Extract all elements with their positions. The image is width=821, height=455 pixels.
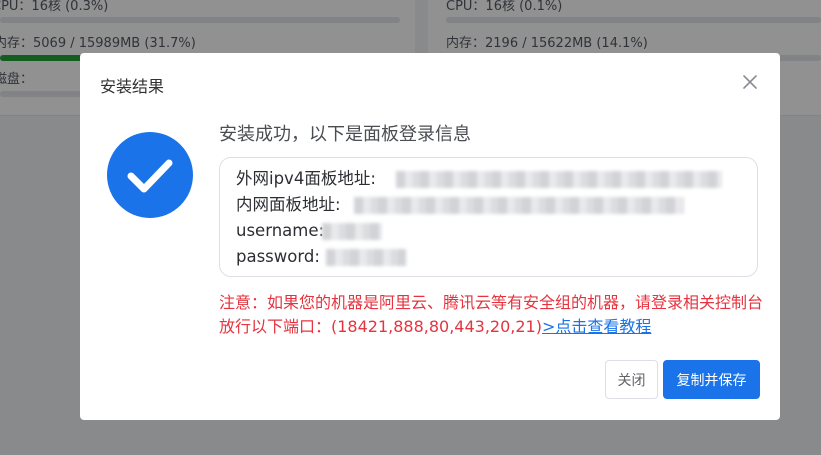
check-mark-icon <box>127 159 173 193</box>
info-row-ipv4: 外网ipv4面板地址: <box>236 166 741 192</box>
redacted-value-ipv4 <box>396 171 722 188</box>
warning-text: 注意：如果您的机器是阿里云、腾讯云等有安全组的机器，请登录相关控制台放行以下端口… <box>219 293 764 336</box>
check-circle-icon <box>107 132 193 218</box>
redacted-value-password <box>326 249 406 266</box>
close-icon[interactable] <box>737 69 763 95</box>
dialog-title: 安装结果 <box>100 77 165 96</box>
info-label-username: username: <box>236 221 325 240</box>
close-icon-glyph <box>743 75 757 89</box>
info-label-internal: 内网面板地址: <box>236 195 341 214</box>
security-group-warning: 注意：如果您的机器是阿里云、腾讯云等有安全组的机器，请登录相关控制台放行以下端口… <box>219 291 764 339</box>
tutorial-link[interactable]: >点击查看教程 <box>542 317 651 336</box>
info-row-username: username: <box>236 218 741 244</box>
info-row-internal: 内网面板地址: <box>236 192 741 218</box>
info-label-password: password: <box>236 247 320 266</box>
close-button[interactable]: 关闭 <box>605 360 658 399</box>
success-headline: 安装成功，以下是面板登录信息 <box>219 124 471 145</box>
redacted-value-username <box>322 223 382 240</box>
info-label-ipv4: 外网ipv4面板地址: <box>236 169 376 188</box>
login-info-box[interactable]: 外网ipv4面板地址: 内网面板地址: username: password: <box>219 157 758 277</box>
copy-and-save-button[interactable]: 复制并保存 <box>663 360 760 399</box>
redacted-value-internal <box>354 197 684 214</box>
install-result-dialog: 安装结果 安装成功，以下是面板登录信息 外网ipv4面板地址: 内网面板地址: … <box>80 53 780 420</box>
info-row-password: password: <box>236 244 741 270</box>
